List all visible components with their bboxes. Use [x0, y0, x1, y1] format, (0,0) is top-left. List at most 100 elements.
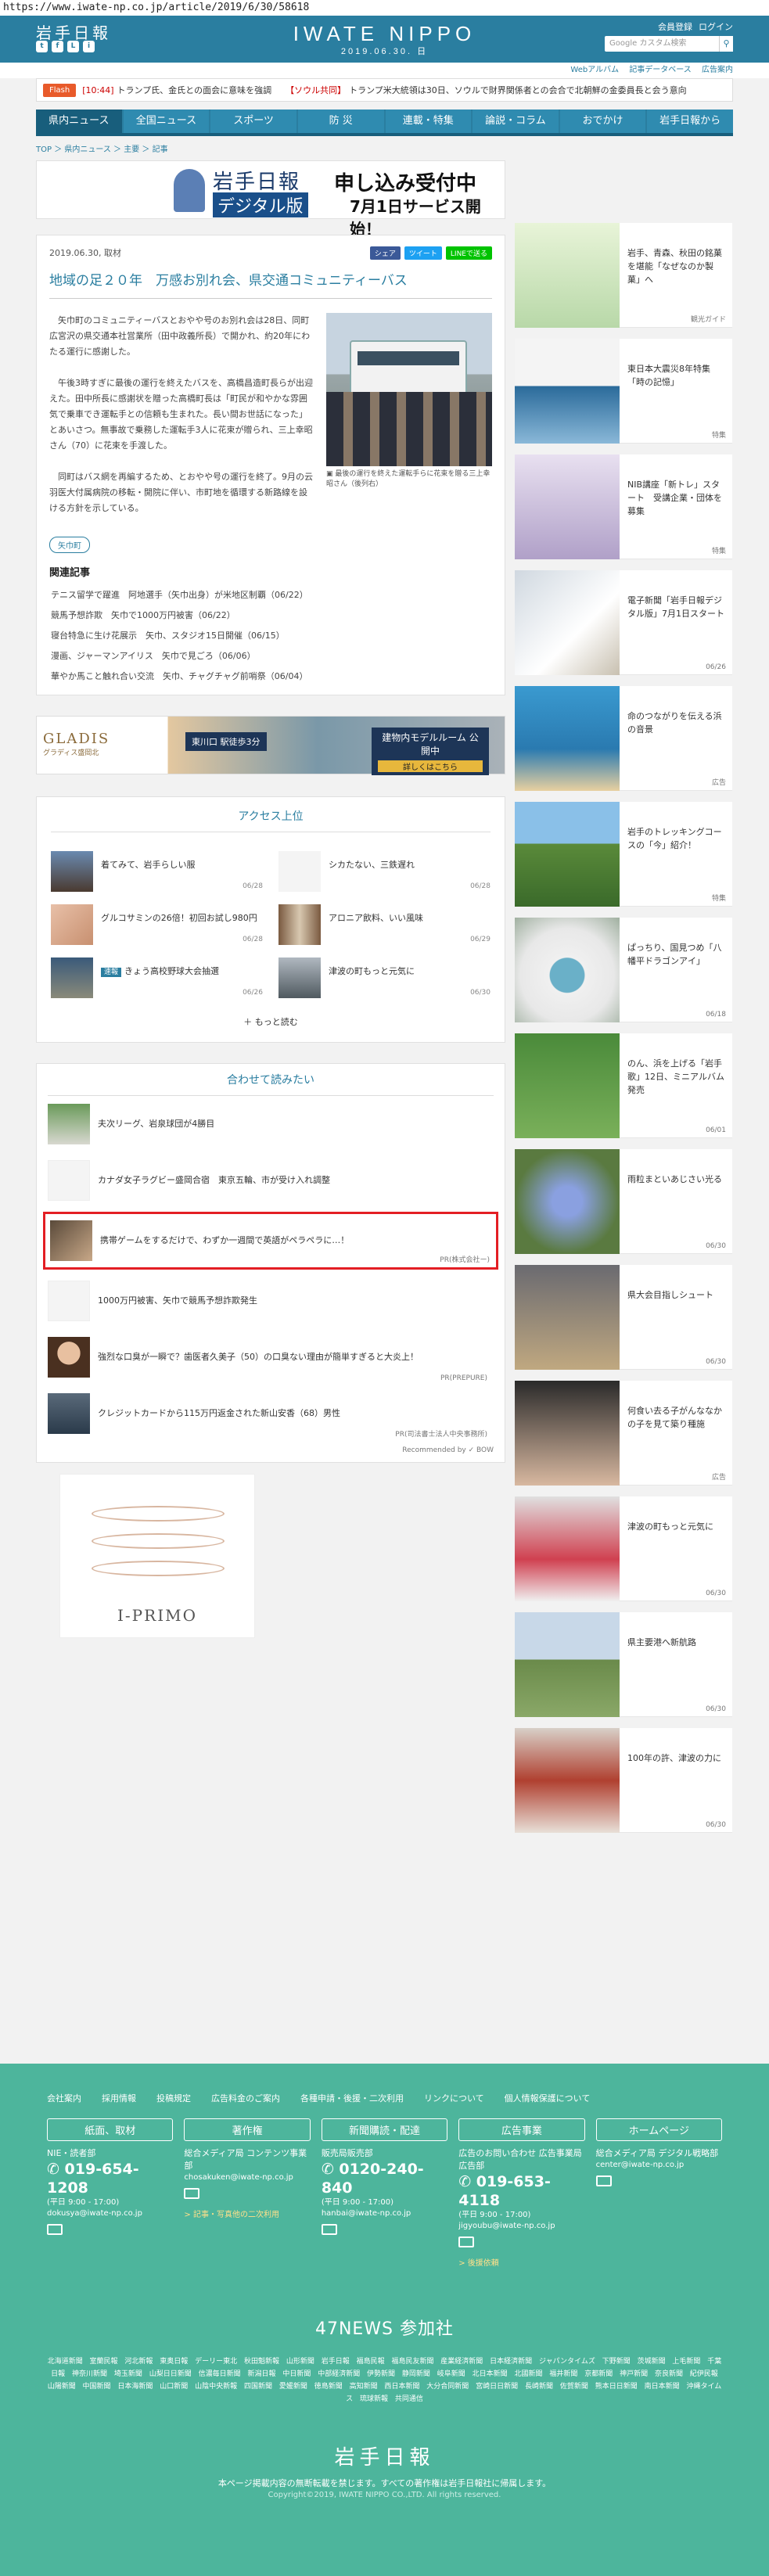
- reco-item[interactable]: 強烈な口臭が一瞬で？歯医者久美子（50）の口臭ない理由が簡単すぎると大炎上！ PR…: [48, 1329, 494, 1385]
- footer-link[interactable]: 投稿規定: [156, 2092, 191, 2104]
- support-request-link[interactable]: > 後援依頼: [458, 2256, 584, 2268]
- article-tag[interactable]: 矢巾町: [49, 537, 90, 553]
- login-link[interactable]: ログイン: [699, 20, 733, 33]
- nav-local-news[interactable]: 県内ニュース: [36, 110, 122, 133]
- footer-link[interactable]: 採用情報: [102, 2092, 136, 2104]
- contact-mail[interactable]: jigyoubu@iwate-np.co.jp: [458, 2221, 584, 2232]
- news47-members[interactable]: 北海道新聞 室蘭民報 河北新報 東奥日報 デーリー東北 秋田魁新報 山形新聞 岩…: [47, 2355, 722, 2405]
- contact-tel[interactable]: ✆ 019-653-4118: [458, 2172, 584, 2210]
- footer-link[interactable]: 個人情報保護について: [505, 2092, 591, 2104]
- contact-mail[interactable]: hanbai@iwate-np.co.jp: [322, 2208, 447, 2219]
- bus-shape: [350, 340, 467, 395]
- facebook-share-button[interactable]: シェア: [369, 246, 401, 260]
- ring-ad[interactable]: I-PRIMO: [59, 1474, 255, 1638]
- reco-item[interactable]: クレジットカードから115万円返金された新山安香（68）男性 PR(司法書士法人中…: [48, 1385, 494, 1442]
- nav-disaster[interactable]: 防 災: [297, 110, 384, 133]
- side-item[interactable]: NIB講座「新トレ」スタート 受講企業・団体を募集 特集: [515, 454, 732, 559]
- related-item[interactable]: 寝台特急に生け花展示 矢巾、スタジオ15日開催（06/15）: [49, 626, 492, 646]
- side-item[interactable]: 県大会目指しシュート 06/30: [515, 1265, 732, 1370]
- contact-mail[interactable]: chosakuken@iwate-np.co.jp: [184, 2172, 310, 2183]
- search-icon[interactable]: ⚲: [719, 36, 733, 52]
- side-item-title: 何食い去る子がんななかの子を見て築り種施: [627, 1406, 722, 1429]
- related-item[interactable]: 漫画、ジャーマンアイリス 矢巾で見ごろ（06/06）: [49, 646, 492, 666]
- address-bar[interactable]: https://www.iwate-np.co.jp/article/2019/…: [0, 0, 769, 16]
- side-item[interactable]: 東日本大震災8年特集「時の記憶」 特集: [515, 339, 732, 444]
- reco-item[interactable]: 夫次リーグ、岩泉球団が4勝目: [48, 1096, 494, 1152]
- side-item[interactable]: 命のつながりを伝える浜の音景 広告: [515, 686, 732, 791]
- mail-icon[interactable]: [595, 2175, 612, 2186]
- ranking-item[interactable]: グルコサミンの26倍！初回お試し980円 06/28: [51, 904, 263, 945]
- side-item[interactable]: 何食い去る子がんななかの子を見て築り種施 広告: [515, 1381, 732, 1486]
- nav-from-iwate-nippo[interactable]: 岩手日報から: [647, 110, 733, 133]
- related-item[interactable]: テニス留学で躍進 阿地選手（矢巾出身）が米地区制覇（06/22）: [49, 585, 492, 605]
- side-item[interactable]: 電子新聞「岩手日報デジタル版」7月1日スタート 06/26: [515, 570, 732, 675]
- ranking-item[interactable]: 速報 きょう高校野球大会抽選 06/26: [51, 957, 263, 998]
- ranking-title: アクセス上位: [51, 808, 491, 832]
- subnav-database[interactable]: 記事データベース: [629, 66, 692, 74]
- contact-mail[interactable]: dokusya@iwate-np.co.jp: [47, 2208, 173, 2219]
- nav-column[interactable]: 論説・コラム: [473, 110, 559, 133]
- bus-farewell-photo[interactable]: [326, 313, 492, 466]
- contact-mail[interactable]: center@iwate-np.co.jp: [596, 2160, 722, 2171]
- flash-item[interactable]: [10:44] トランプ氏、金氏との面会に意味を強調: [82, 84, 271, 96]
- mail-icon[interactable]: [458, 2236, 475, 2247]
- side-item[interactable]: 雨粒まといあじさい光る 06/30: [515, 1149, 732, 1254]
- ranking-item[interactable]: 着てみて、岩手らしい服 06/28: [51, 851, 263, 892]
- reco-item-title: カナダ女子ラグビー盛岡合宿 東京五輪、市が受け入れ調整: [98, 1175, 330, 1185]
- article-text: 矢巾町のコミュニティーバスとおやや号のお別れ会は28日、同町広宮沢の県交通本社営…: [49, 313, 314, 532]
- related-item[interactable]: 競馬予想詐欺 矢巾で1000万円被害（06/22）: [49, 605, 492, 626]
- side-thumb: [515, 339, 620, 444]
- side-item[interactable]: 津波の町もっと元気に 06/30: [515, 1496, 732, 1601]
- condo-ad-banner[interactable]: GLADIS グラディス盛岡北 東川口 駅徒歩3分 建物内モデルルーム 公開中 詳し…: [36, 716, 505, 775]
- ad-details-button[interactable]: 詳しくはこちら: [378, 760, 483, 772]
- footer-link[interactable]: 各種申請・後援・二次利用: [300, 2092, 404, 2104]
- side-item[interactable]: 県主要港へ新航路 06/30: [515, 1612, 732, 1717]
- footer-logo[interactable]: 岩手日報: [0, 2441, 769, 2470]
- tweet-button[interactable]: ツイート: [404, 246, 442, 260]
- contact-tel[interactable]: ✆ 0120-240-840: [322, 2160, 447, 2197]
- side-item[interactable]: のん、浜を上げる「岩手歌」12日、ミニアルバム発売 06/01: [515, 1033, 732, 1138]
- ranking-item[interactable]: アロニア飲料、いい風味 06/29: [278, 904, 491, 945]
- mail-icon[interactable]: [321, 2224, 337, 2235]
- contact-head: 新聞購読・配達: [321, 2118, 448, 2141]
- side-item[interactable]: 岩手、青森、秋田の銘菓を堪能「なぜなのか製菓」へ 観光ガイド: [515, 223, 732, 328]
- footer-link[interactable]: リンクについて: [424, 2092, 484, 2104]
- line-share-button[interactable]: LINEで送る: [445, 246, 492, 260]
- read-more-button[interactable]: ＋ もっと読む: [51, 1015, 491, 1028]
- ranking-item-date: 06/26: [243, 989, 263, 997]
- search-input[interactable]: Google カスタム検索: [605, 36, 722, 52]
- nav-series[interactable]: 連載・特集: [385, 110, 472, 133]
- contact-hours: (平日 9:00 - 17:00): [458, 2211, 531, 2219]
- side-item[interactable]: 100年の許、津波の力に 06/30: [515, 1728, 732, 1833]
- related-item[interactable]: 華やか馬こと触れ合い交流 矢巾、チャグチャグ前哨祭（06/04）: [49, 666, 492, 687]
- register-link[interactable]: 会員登録: [658, 20, 692, 33]
- ranking-item[interactable]: 津波の町もっと元気に 06/30: [278, 957, 491, 998]
- reco-item[interactable]: カナダ女子ラグビー盛岡合宿 東京五輪、市が受け入れ調整: [48, 1152, 494, 1209]
- subnav-ad[interactable]: 広告案内: [702, 66, 733, 74]
- nav-outing[interactable]: おでかけ: [559, 110, 646, 133]
- related-list: テニス留学で躍進 阿地選手（矢巾出身）が米地区制覇（06/22） 競馬予想詐欺 …: [49, 585, 492, 687]
- contact-tel[interactable]: ✆ 019-654-1208: [47, 2160, 173, 2197]
- flash-text: トランプ氏、金氏との面会に意味を強調: [117, 85, 272, 95]
- mail-icon[interactable]: [47, 2224, 63, 2235]
- side-item-title: 100年の許、津波の力に: [627, 1753, 721, 1763]
- digital-edition-banner[interactable]: 岩手日報 デジタル版 申し込み受付中 7月1日サービス開始！: [36, 160, 505, 239]
- side-item[interactable]: 岩手のトレッキングコースの「今」紹介！ 特集: [515, 802, 732, 907]
- reco-item-highlighted[interactable]: 携帯ゲームをするだけで、わずか一週間で英語がペラペラに…！ PR(株式会社ー): [43, 1212, 498, 1270]
- flash-item[interactable]: 【ソウル共同】 トランプ米大統領は30日、ソウルで財界関係者との会合で北朝鮮の金委…: [286, 84, 687, 96]
- subnav-album[interactable]: Webアルバム: [570, 66, 619, 74]
- mail-icon[interactable]: [184, 2188, 200, 2199]
- nav-sports[interactable]: スポーツ: [210, 110, 296, 133]
- article-photo[interactable]: ▣ 最後の運行を終えた運転手らに花束を贈る三上幸昭さん（後列右）: [326, 313, 492, 532]
- banner-logo: 岩手日報: [213, 171, 301, 194]
- side-item-tag: 06/30: [706, 1590, 726, 1597]
- secondary-use-link[interactable]: > 記事・写真他の二次利用: [184, 2208, 310, 2219]
- breadcrumb[interactable]: TOP ＞ 県内ニュース ＞ 主要 ＞ 記事: [36, 142, 733, 154]
- reco-item[interactable]: 1000万円被害、矢巾で競馬予想詐欺発生: [48, 1273, 494, 1329]
- footer-link[interactable]: 広告料金のご案内: [211, 2092, 280, 2104]
- recommended-by[interactable]: Recommended by ✓ BOW: [48, 1446, 494, 1454]
- ranking-item[interactable]: シカたない、三鉄遅れ 06/28: [278, 851, 491, 892]
- footer-link[interactable]: 会社案内: [47, 2092, 81, 2104]
- side-item[interactable]: ぱっちり、国見つめ「八幡平ドラゴンアイ」 06/18: [515, 918, 732, 1022]
- nav-national-news[interactable]: 全国ニュース: [123, 110, 210, 133]
